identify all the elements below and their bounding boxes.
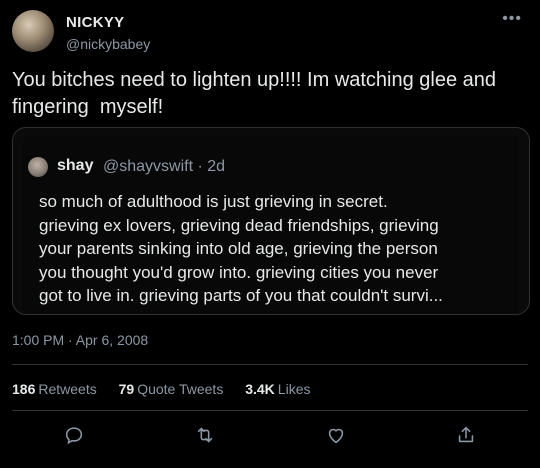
engagement-stats: 186 Retweets 79 Quote Tweets 3.4K Likes [12,381,328,397]
reply-button[interactable] [59,420,89,450]
reply-icon [65,427,83,445]
retweet-button[interactable] [190,420,220,450]
quote-tweets-count: 79 [118,381,135,397]
tweet-text: You bitches need to lighten up!!!! Im wa… [12,69,497,118]
retweets-label: Retweets [38,381,97,397]
author-handle[interactable]: @nickybabey [66,36,150,52]
retweets-stat[interactable]: 186 Retweets [12,381,97,397]
likes-label: Likes [277,381,311,397]
quoted-author-name: shay [57,157,94,174]
author-avatar[interactable] [12,10,54,52]
quoted-author-handle: @shayvswift · 2d [103,158,226,175]
quoted-author-avatar [28,157,48,177]
quote-tweets-stat[interactable]: 79 Quote Tweets [119,381,224,397]
retweet-icon [197,427,213,443]
like-button[interactable] [321,420,351,450]
likes-count: 3.4K [245,381,275,397]
retweets-count: 186 [12,381,36,397]
like-icon [328,428,344,444]
action-bar [0,420,540,450]
divider [12,364,528,365]
quote-tweets-label: Quote Tweets [137,381,224,397]
tweet-timestamp[interactable]: 1:00 PM · Apr 6, 2008 [12,332,148,348]
tweet-header: NICKYY @nickybabey ••• [12,10,528,56]
quoted-tweet-text: so much of adulthood is just grieving in… [39,192,443,305]
author-name[interactable]: NICKYY [66,14,124,31]
divider [12,410,528,411]
share-icon [458,426,474,443]
likes-stat[interactable]: 3.4K Likes [245,381,310,397]
more-options-icon[interactable]: ••• [502,10,522,28]
share-button[interactable] [451,420,481,450]
